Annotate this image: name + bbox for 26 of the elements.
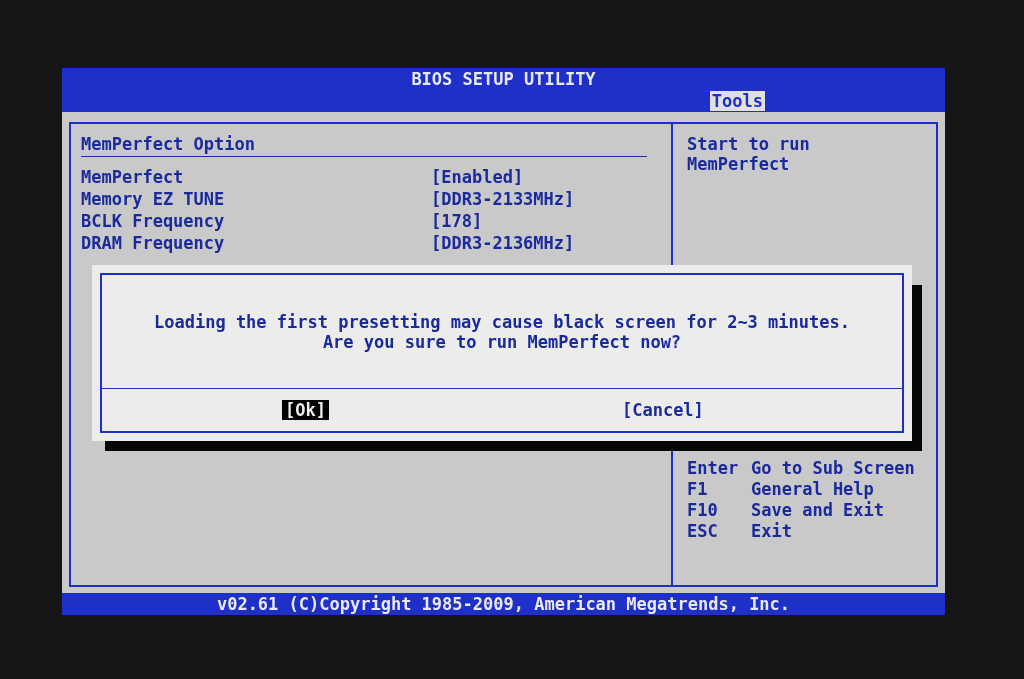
key-description: Exit	[751, 521, 792, 542]
window-title: BIOS SETUP UTILITY	[411, 69, 596, 89]
key-name: ESC	[687, 521, 719, 542]
dialog-button[interactable]: [Ok]	[282, 400, 329, 420]
option-value[interactable]: [178]	[431, 211, 483, 233]
dialog-button[interactable]: [Cancel]	[618, 400, 707, 420]
section-title: MemPerfect Option	[81, 134, 256, 156]
dialog-message: Loading the first presetting may cause black screen for 2~3 minutes.	[154, 311, 850, 332]
option-label[interactable]: MemPerfect	[81, 167, 431, 189]
dialog-message: Are you sure to run MemPerfect now?	[322, 331, 682, 352]
key-description: Save and Exit	[751, 500, 885, 521]
key-description: General Help	[751, 479, 874, 500]
copyright-text: v02.61 (C)Copyright 1985-2009, American Megatrends, Inc.	[216, 594, 791, 614]
option-label[interactable]: DRAM Frequency	[81, 233, 431, 255]
option-value[interactable]: [DDR3-2133MHz]	[431, 189, 575, 211]
menu-tab[interactable]: Tools	[709, 91, 765, 111]
option-label[interactable]: Memory EZ TUNE	[81, 189, 431, 211]
option-label[interactable]: BCLK Frequency	[81, 211, 431, 233]
key-name: Enter	[687, 458, 740, 479]
key-name: F1	[687, 479, 709, 500]
help-text: MemPerfect	[687, 154, 791, 174]
key-description: Go to Sub Screen	[751, 458, 915, 479]
option-value[interactable]: [DDR3-2136MHz]	[431, 233, 575, 255]
key-name: F10	[687, 500, 719, 521]
help-text: Start to run	[687, 134, 811, 154]
option-value[interactable]: [Enabled]	[431, 167, 524, 189]
